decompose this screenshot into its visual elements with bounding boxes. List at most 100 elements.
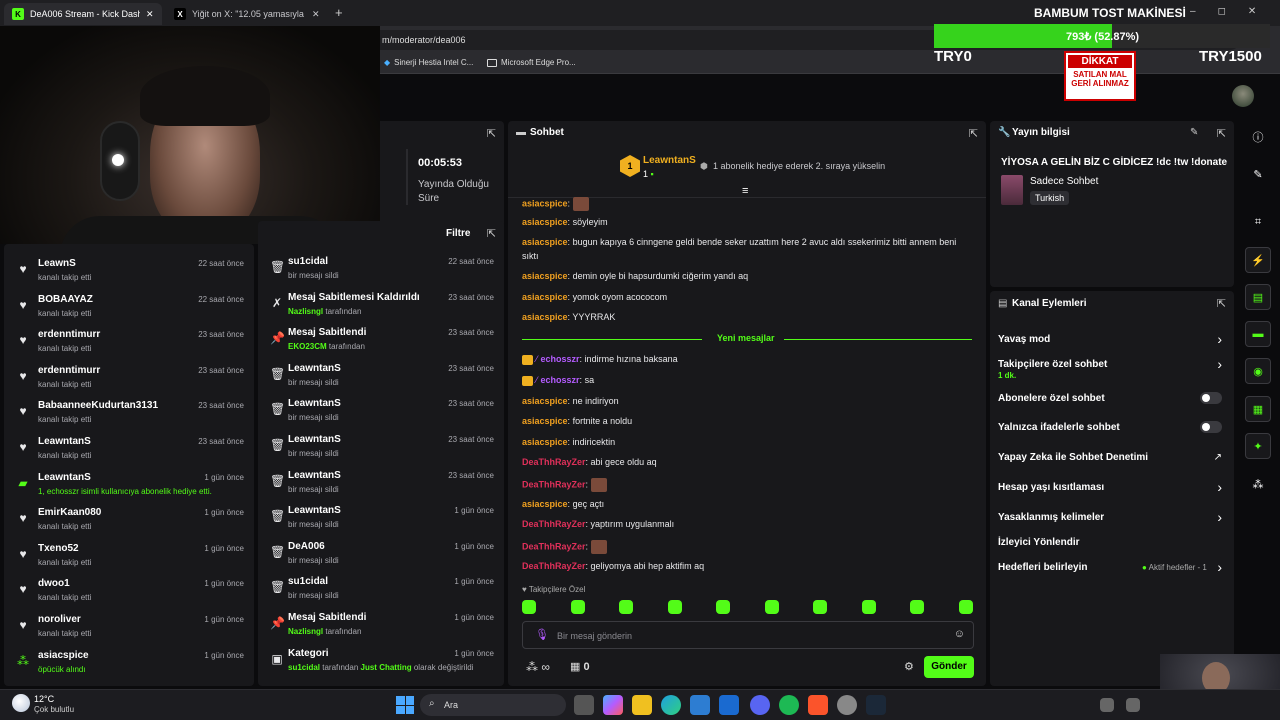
mod-log-item[interactable]: ▣ Kategori su1cidal tarafından Just Chat… xyxy=(258,646,504,682)
feed-item[interactable]: ▰ LeawntanS 1, echosszr isimli kullanıcı… xyxy=(4,470,254,506)
chat-username[interactable]: echosszr xyxy=(541,354,580,364)
obs-icon[interactable] xyxy=(837,695,857,715)
store-icon[interactable] xyxy=(690,695,710,715)
kick-emote-icon[interactable] xyxy=(716,600,730,614)
chat-message[interactable]: asiacspice: indiricektin xyxy=(522,437,615,447)
channel-action-item[interactable]: Yapay Zeka ile Sohbet Denetimi ↗ xyxy=(990,447,1234,473)
mod-log-item[interactable]: 🗑 LeawntanS bir mesajı sildi 1 gün önce xyxy=(258,503,504,539)
chat-message[interactable]: DeaThhRayZer: xyxy=(522,478,607,492)
toggle-switch[interactable] xyxy=(1200,392,1222,404)
task-view-icon[interactable] xyxy=(574,695,594,715)
points-icon[interactable]: ⁂ xyxy=(1245,471,1271,497)
feed-item[interactable]: ♥ dwoo1 kanalı takip etti 1 gün önce xyxy=(4,576,254,612)
channel-action-item[interactable]: Yasaklanmış kelimeler › xyxy=(990,507,1234,533)
chat-message[interactable]: DeaThhRayZer: yaptırım uygulanmalı xyxy=(522,519,674,529)
new-tab-button[interactable]: + xyxy=(335,5,343,20)
mod-log-item[interactable]: ✗ Mesaj Sabitlemesi Kaldırıldı Nazlisngl… xyxy=(258,290,504,326)
chat-username[interactable]: asiacspice xyxy=(522,198,568,208)
windows-start-icon[interactable] xyxy=(396,696,414,714)
edge-icon[interactable] xyxy=(661,695,681,715)
mod-log-item[interactable]: 🗑 LeawntanS bir mesajı sildi 23 saat önc… xyxy=(258,396,504,432)
chat-username[interactable]: asiacspice xyxy=(522,312,568,322)
feed-item[interactable]: ♥ Txeno52 kanalı takip etti 1 gün önce xyxy=(4,541,254,577)
feed-item[interactable]: ⁂ asiacspice öpücük alındı 1 gün önce xyxy=(4,648,254,684)
mod-log-item[interactable]: 📌 Mesaj Sabitlendi Nazlisngl tarafından … xyxy=(258,610,504,646)
edit-icon[interactable]: ✎ xyxy=(1245,161,1271,187)
chat-message[interactable]: asiacspice: söyleyim xyxy=(522,217,608,227)
feed-item[interactable]: ♥ noroliver kanalı takip etti 1 gün önce xyxy=(4,612,254,648)
channel-action-item[interactable]: Takipçilere özel sohbet 1 dk. › xyxy=(990,354,1234,380)
chat-username[interactable]: DeaThhRayZer xyxy=(522,561,586,571)
kick-emote-icon[interactable] xyxy=(667,600,682,614)
info-icon[interactable]: ⓘ xyxy=(1245,124,1271,150)
bookmark-item[interactable]: Microsoft Edge Pro... xyxy=(487,58,576,67)
chat-input[interactable]: 🎙 Bir mesaj gönderin ☺ xyxy=(522,621,974,649)
chat-username[interactable]: asiacspice xyxy=(522,271,568,281)
emoji-icon[interactable]: ☺ xyxy=(954,628,965,640)
feed-item[interactable]: ♥ LeawntanS kanalı takip etti 23 saat ön… xyxy=(4,434,254,470)
tray-icon[interactable] xyxy=(1126,698,1140,712)
chat-message[interactable]: DeaThhRayZer: abi gece oldu aq xyxy=(522,457,657,467)
chat-username[interactable]: asiacspice xyxy=(522,499,568,509)
weather-icon[interactable] xyxy=(12,694,30,712)
channel-action-item[interactable]: İzleyici Yönlendir xyxy=(990,532,1234,558)
pinned-user[interactable]: LeawntanS xyxy=(643,155,696,166)
copilot-icon[interactable] xyxy=(603,695,623,715)
channel-action-item[interactable]: Abonelere özel sohbet xyxy=(990,388,1234,414)
chat-message[interactable]: asiacspice: bugun kapıya 6 cinngene geld… xyxy=(522,237,956,247)
tab-x-post[interactable]: X Yiğit on X: "12.05 yamasıyla birlikte … xyxy=(166,3,328,25)
file-explorer-icon[interactable] xyxy=(632,695,652,715)
chat-username[interactable]: asiacspice xyxy=(522,237,568,247)
feed-item[interactable]: ♥ BabaanneeKudurtan3131 kanalı takip ett… xyxy=(4,398,254,434)
chat-username[interactable]: echosszr xyxy=(541,375,580,385)
channel-action-item[interactable]: Hesap yaşı kısıtlaması › xyxy=(990,477,1234,503)
tab-kick-dashboard[interactable]: K DeA006 Stream - Kick Dashboard ✕ xyxy=(4,3,162,25)
chat-username[interactable]: asiacspice xyxy=(522,416,568,426)
chat-icon[interactable]: ▬ xyxy=(1245,321,1271,347)
chat-message[interactable]: asiacspice: xyxy=(522,197,589,211)
kick-emote-icon[interactable] xyxy=(619,600,633,614)
bookmark-item[interactable]: ◆ Sinerji Hestia Intel C... xyxy=(384,58,473,67)
chat-username[interactable]: asiacspice xyxy=(522,217,568,227)
feed-item[interactable]: ♥ erdenntimurr kanalı takip etti 23 saat… xyxy=(4,327,254,363)
popout-icon[interactable]: ⇱ xyxy=(969,127,978,140)
toggle-switch[interactable] xyxy=(1200,421,1222,433)
close-icon[interactable]: ✕ xyxy=(146,9,154,20)
spotify-icon[interactable] xyxy=(779,695,799,715)
mod-log-item[interactable]: 📌 Mesaj Sabitlendi EKO23CM tarafından 23… xyxy=(258,325,504,361)
mod-log-user[interactable]: EKO23CM xyxy=(288,342,327,351)
screenshot-icon[interactable]: ⌗ xyxy=(1245,209,1271,235)
chat-username[interactable]: DeaThhRayZer xyxy=(522,519,586,529)
store-button[interactable]: ▦ 0 xyxy=(570,660,590,673)
mail-icon[interactable] xyxy=(719,695,739,715)
close-icon[interactable]: ✕ xyxy=(312,9,320,20)
chat-message[interactable]: asiacspice: geç açtı xyxy=(522,499,604,509)
wrench-icon[interactable]: ✦ xyxy=(1245,433,1271,459)
layout-icon[interactable]: ▦ xyxy=(1245,396,1271,422)
kick-emote-icon[interactable] xyxy=(958,600,973,614)
settings-gear-icon[interactable]: ⚙ xyxy=(904,660,914,673)
kick-emote-icon[interactable] xyxy=(910,600,924,614)
kick-emote-icon[interactable] xyxy=(813,600,827,614)
mod-log-item[interactable]: 🗑 LeawntanS bir mesajı sildi 23 saat önc… xyxy=(258,468,504,504)
chat-message[interactable]: ⁄ echosszr: indirme hızına baksana xyxy=(522,354,678,365)
brave-icon[interactable] xyxy=(808,695,828,715)
points-button[interactable]: ⁂ ∞ xyxy=(526,660,550,674)
channel-action-item[interactable]: Yavaş mod › xyxy=(990,329,1234,355)
chat-message[interactable]: asiacspice: demin oyle bi hapsurdumki ci… xyxy=(522,271,748,281)
chat-message[interactable]: DeaThhRayZer: geliyomya abi hep aktifim … xyxy=(522,561,704,571)
popout-icon[interactable]: ⇱ xyxy=(487,227,496,240)
microphone-icon[interactable]: 🎙 xyxy=(535,628,549,641)
chat-username[interactable]: asiacspice xyxy=(522,437,568,447)
steam-icon[interactable] xyxy=(866,695,886,715)
feed-item[interactable]: ♥ BOBAAYAZ kanalı takip etti 22 saat önc… xyxy=(4,292,254,328)
mod-log-item[interactable]: 🗑 su1cidal bir mesajı sildi 1 gün önce xyxy=(258,574,504,610)
popout-icon[interactable]: ⇱ xyxy=(487,127,496,140)
chat-message[interactable]: asiacspice: fortnite a noldu xyxy=(522,416,632,426)
chat-username[interactable]: DeaThhRayZer xyxy=(522,479,586,489)
mod-log-user[interactable]: su1cidal xyxy=(288,663,320,672)
kick-emote-icon[interactable] xyxy=(522,600,536,614)
chat-message[interactable]: ⁄ echosszr: sa xyxy=(522,375,594,386)
kick-emote-icon[interactable] xyxy=(861,600,876,614)
edit-icon[interactable]: ✎ xyxy=(1190,127,1198,138)
